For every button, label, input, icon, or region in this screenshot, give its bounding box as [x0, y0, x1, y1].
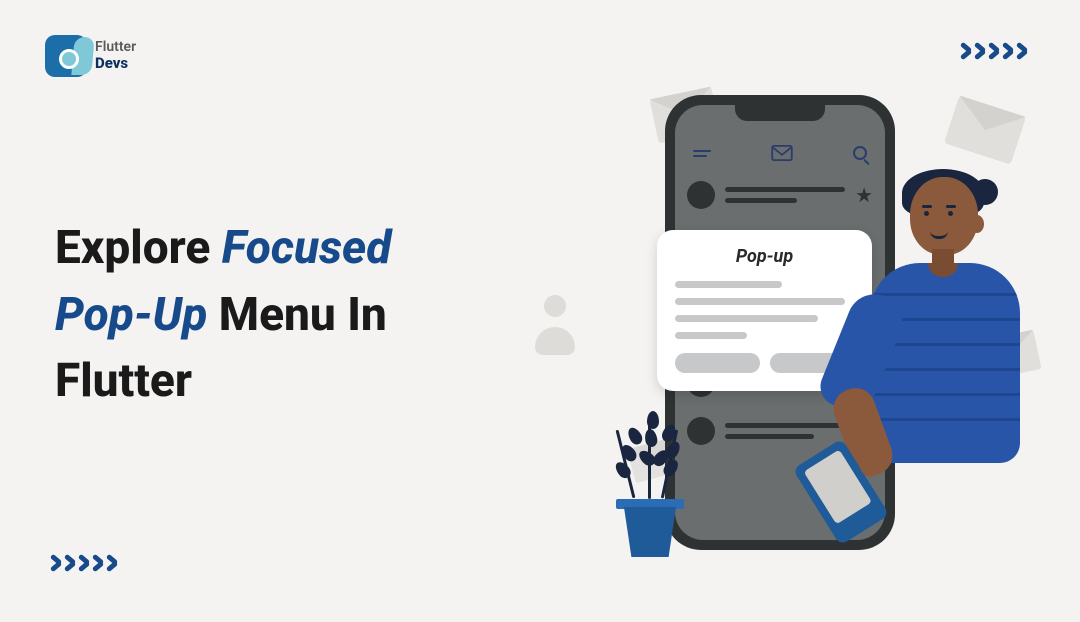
title-word: Explore — [55, 221, 222, 275]
plant-pot — [619, 507, 681, 557]
shirt-stripe — [870, 293, 1020, 296]
hero-illustration: ★ Pop-up — [565, 95, 1025, 575]
leaf-icon — [619, 442, 639, 464]
logo-text-devs: Devs — [95, 55, 136, 72]
search-icon — [853, 146, 867, 160]
chevron-right-icon — [960, 40, 974, 60]
shirt-stripe — [870, 393, 1020, 396]
title-word: Menu In — [207, 288, 386, 342]
page-title: Explore Focused Pop-Up Menu In Flutter — [55, 215, 391, 415]
chevron-right-icon — [988, 40, 1002, 60]
popup-button-placeholder — [675, 353, 760, 373]
logo-mark-icon — [45, 35, 87, 77]
person-ear — [970, 215, 984, 233]
popup-title: Pop-up — [675, 246, 854, 267]
title-accent: Pop-Up — [55, 288, 207, 342]
avatar-silhouette-icon — [530, 295, 580, 365]
leaf-icon — [625, 425, 644, 447]
chevron-right-icon — [92, 552, 106, 572]
phone-notch — [735, 103, 825, 121]
chevron-right-icon — [78, 552, 92, 572]
title-word: Flutter — [55, 354, 192, 408]
avatar-icon — [687, 181, 715, 209]
leaf-icon — [647, 411, 659, 429]
chevron-right-icon — [64, 552, 78, 572]
logo-text: Flutter Devs — [95, 40, 136, 72]
eyebrow — [922, 205, 932, 208]
chevrons-decoration-top — [960, 40, 1030, 60]
person-torso — [870, 263, 1020, 463]
text-placeholder — [675, 298, 845, 305]
title-accent: Focused — [222, 221, 392, 275]
shirt-stripe — [870, 418, 1020, 421]
chevron-right-icon — [974, 40, 988, 60]
eye — [948, 211, 953, 216]
plant-decoration — [605, 417, 695, 557]
logo-text-flutter: Flutter — [95, 40, 136, 55]
envelope-icon — [944, 95, 1026, 164]
chevron-right-icon — [1002, 40, 1016, 60]
logo: Flutter Devs — [45, 35, 136, 77]
eye — [924, 211, 929, 216]
chevrons-decoration-bottom — [50, 552, 120, 572]
eyebrow — [946, 205, 956, 208]
chevron-right-icon — [106, 552, 120, 572]
chevron-right-icon — [50, 552, 64, 572]
text-placeholder — [675, 315, 818, 322]
text-placeholder — [675, 281, 782, 288]
menu-icon — [693, 150, 711, 157]
mail-icon — [771, 145, 793, 161]
chevron-right-icon — [1016, 40, 1030, 60]
leaf-icon — [644, 428, 659, 448]
phone-topbar — [687, 145, 873, 161]
person-illustration — [840, 177, 1040, 557]
person-head — [910, 177, 978, 255]
text-placeholder — [725, 187, 845, 203]
text-placeholder — [675, 332, 747, 339]
shirt-stripe — [870, 368, 1020, 371]
